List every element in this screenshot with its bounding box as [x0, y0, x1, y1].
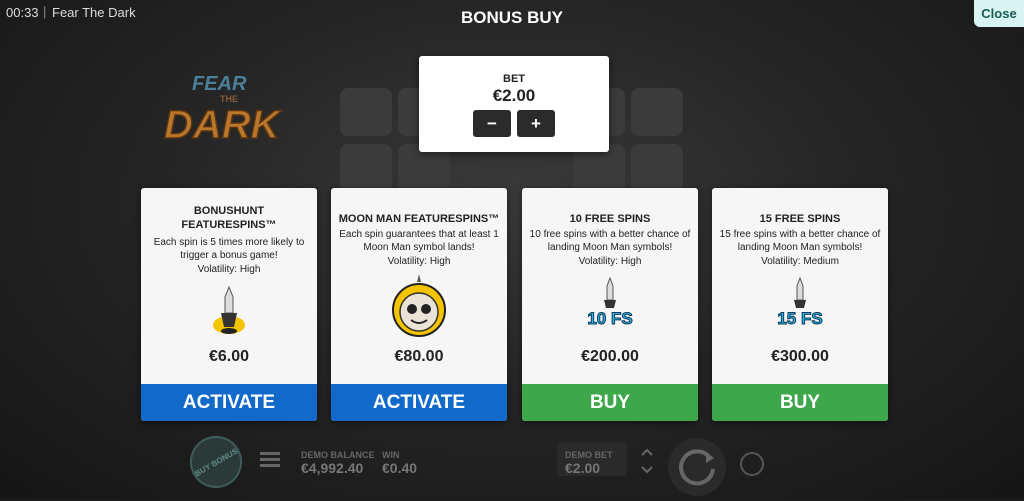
lamp-icon — [213, 285, 245, 334]
balance-label: DEMO BALANCE — [301, 450, 375, 460]
card-description: 10 free spins with a better chance of la… — [529, 229, 691, 253]
bonus-card-10-free-spins: 10 FREE SPINS 10 free spins with a bette… — [522, 188, 698, 421]
buy-button[interactable]: BUY — [712, 384, 888, 421]
card-volatility: Volatility: Medium — [761, 256, 839, 267]
activate-button[interactable]: ACTIVATE — [331, 384, 507, 421]
demo-bet-value: €2.00 — [565, 460, 601, 476]
card-volatility: Volatility: High — [197, 264, 261, 275]
reel-cell — [340, 88, 392, 136]
buy-button[interactable]: BUY — [522, 384, 698, 421]
bonus-card-bonushunt: BONUSHUNT FEATURESPINS™ Each spin is 5 t… — [141, 188, 317, 421]
card-price: €200.00 — [581, 348, 639, 365]
free-spins-badge: 10 FS — [587, 309, 632, 328]
balance-value: €4,992.40 — [301, 460, 364, 476]
card-description: 15 free spins with a better chance of la… — [719, 229, 881, 253]
reel-cell — [340, 144, 392, 192]
10fs-icon: 10 FS — [587, 276, 633, 329]
logo-line3: DARK — [164, 103, 283, 147]
card-volatility: Volatility: High — [578, 256, 642, 267]
card-title: 15 FREE SPINS — [759, 213, 841, 225]
card-price: €300.00 — [771, 348, 829, 365]
card-price: €6.00 — [208, 348, 250, 365]
spin-button[interactable] — [668, 438, 726, 496]
spin-icon — [679, 449, 715, 486]
win-value: €0.40 — [382, 460, 418, 476]
bet-increase-button[interactable]: + — [517, 110, 555, 137]
bonus-card-15-free-spins: 15 FREE SPINS 15 free spins with a bette… — [712, 188, 888, 421]
reel-cell — [631, 88, 683, 136]
15fs-icon: 15 FS — [777, 276, 823, 329]
card-description: Each spin guarantees that at least 1 Moo… — [339, 229, 499, 253]
moon-man-icon — [392, 274, 446, 337]
free-spins-badge: 15 FS — [777, 309, 822, 328]
card-title: 10 FREE SPINS — [569, 213, 651, 225]
card-price: €80.00 — [394, 348, 444, 365]
bet-value: €2.00 — [492, 86, 536, 105]
demo-bet-label: DEMO BET — [565, 450, 613, 460]
logo-line1: FEAR — [192, 73, 247, 95]
top-bar: 00:33 | Fear The Dark BONUS BUY Close — [0, 0, 1024, 27]
game-logo: FEAR THE DARK — [163, 73, 283, 148]
bet-label: BET — [503, 73, 525, 85]
reel-cell — [631, 144, 683, 192]
activate-button[interactable]: ACTIVATE — [141, 384, 317, 421]
card-title: BONUSHUNT FEATURESPINS™ — [181, 205, 277, 231]
card-title: MOON MAN FEATURESPINS™ — [338, 213, 500, 225]
close-button[interactable]: Close — [974, 0, 1024, 27]
bonus-card-moon-man: MOON MAN FEATURESPINS™ Each spin guarant… — [331, 188, 507, 421]
win-label: WIN — [382, 450, 400, 460]
bet-adjust-icon[interactable] — [640, 446, 654, 476]
bet-decrease-button[interactable]: − — [473, 110, 511, 137]
menu-icon[interactable] — [260, 452, 280, 468]
bet-selector: BET €2.00 − + — [419, 56, 609, 152]
card-volatility: Volatility: High — [387, 256, 451, 267]
card-description: Each spin is 5 times more likely to trig… — [153, 237, 305, 261]
autoplay-icon[interactable] — [740, 452, 764, 476]
dialog-title: BONUS BUY — [460, 8, 563, 27]
